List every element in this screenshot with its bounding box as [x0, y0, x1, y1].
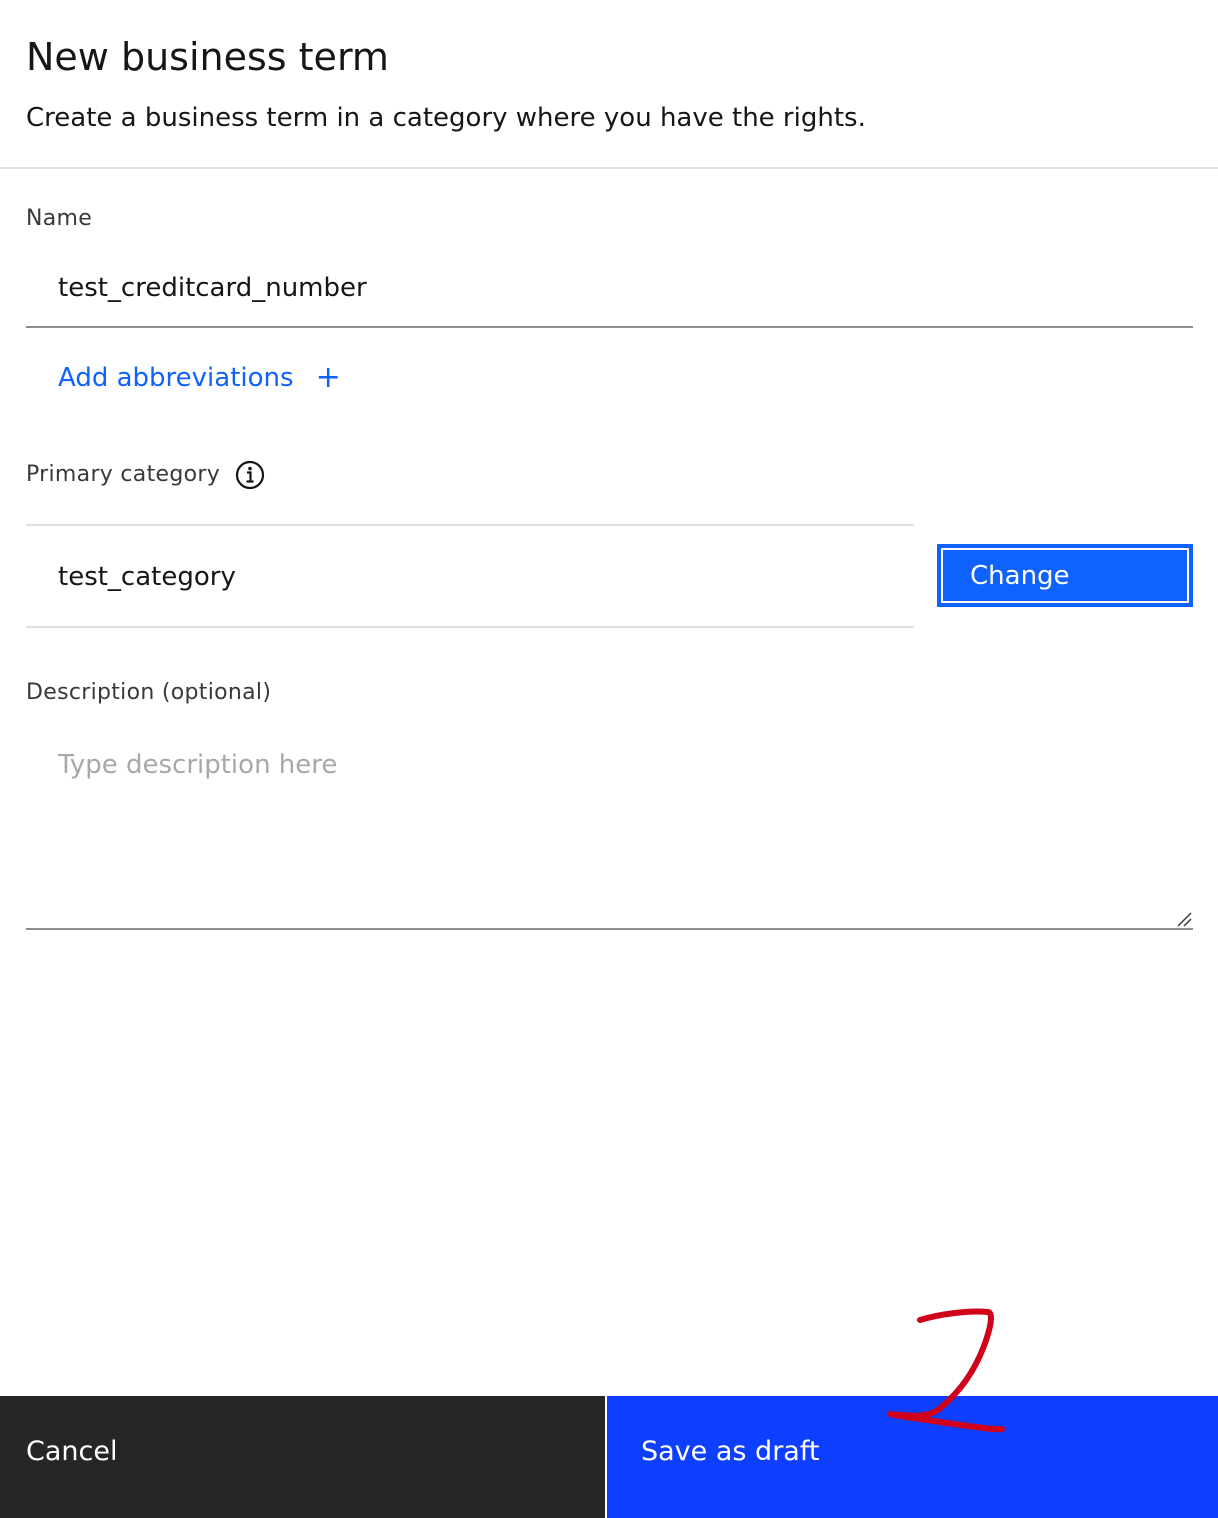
add-abbreviations-label: Add abbreviations: [58, 363, 294, 393]
primary-category-value: test_category: [58, 562, 236, 592]
new-business-term-dialog: New business term Create a business term…: [0, 0, 1218, 1518]
description-label: Description (optional): [26, 680, 272, 705]
description-textarea[interactable]: [26, 728, 1193, 930]
primary-category-label: Primary category: [26, 462, 221, 487]
save-as-draft-button[interactable]: Save as draft: [607, 1396, 1218, 1518]
primary-category-field: test_category: [26, 524, 914, 628]
resize-handle-icon[interactable]: [1176, 911, 1192, 927]
add-abbreviations-link[interactable]: Add abbreviations +: [58, 360, 341, 396]
dialog-header: New business term Create a business term…: [0, 0, 1218, 169]
name-label: Name: [26, 206, 93, 231]
info-icon[interactable]: [235, 460, 265, 490]
change-category-button[interactable]: Change: [937, 544, 1193, 607]
cancel-button[interactable]: Cancel: [0, 1396, 607, 1518]
page-title: New business term: [26, 35, 389, 79]
page-subtitle: Create a business term in a category whe…: [26, 103, 866, 133]
plus-icon: +: [315, 360, 341, 395]
name-input[interactable]: [26, 250, 1193, 328]
dialog-footer: Cancel Save as draft: [0, 1396, 1218, 1518]
